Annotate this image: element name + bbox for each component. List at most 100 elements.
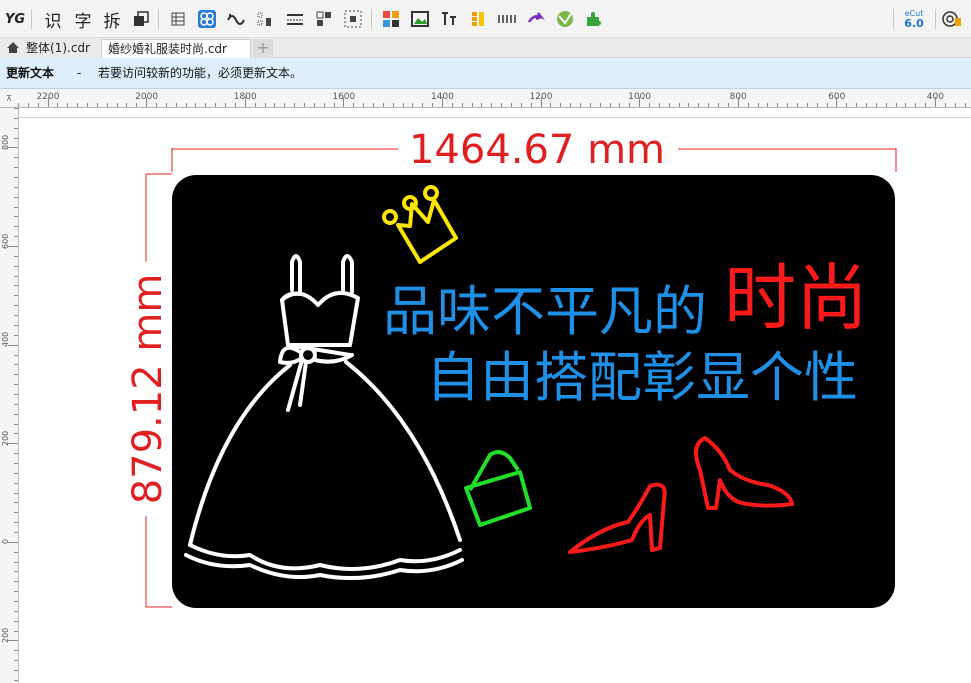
ruler-tick	[215, 103, 217, 107]
height-dimension-label: 879.12 mm	[125, 274, 171, 505]
ruler-tick	[511, 103, 512, 107]
ruler-tick	[14, 522, 18, 524]
ruler-tick	[530, 103, 532, 107]
ruler-tick	[37, 103, 39, 107]
ruler-tick	[14, 315, 18, 317]
ruler-tick	[195, 103, 197, 107]
tab-document-1[interactable]: 整体(1).cdr	[0, 39, 100, 58]
tab-document-1-label: 整体(1).cdr	[26, 41, 90, 55]
ruler-tick	[14, 236, 18, 238]
char-button[interactable]: 字	[72, 8, 94, 32]
ruler-tick	[441, 97, 443, 107]
curve-icon[interactable]	[225, 8, 247, 30]
ruler-tick	[461, 103, 463, 107]
ruler-tick	[363, 103, 365, 107]
ruler-tick	[284, 103, 286, 107]
ruler-tick	[895, 103, 897, 107]
ruler-tick	[14, 531, 18, 533]
document-tabs: 整体(1).cdr 婚纱婚礼服装时尚.cdr +	[0, 38, 971, 58]
tab-document-2[interactable]: 婚纱婚礼服装时尚.cdr	[101, 39, 251, 58]
fill-icon[interactable]	[467, 8, 489, 30]
height-dimension[interactable]: 879.12 mm	[125, 173, 172, 608]
recognize-button[interactable]: 识	[42, 8, 64, 32]
group-icon[interactable]	[313, 8, 335, 30]
toolbar-divider	[158, 9, 159, 29]
ruler-tick	[8, 541, 18, 543]
ruler-tick	[718, 103, 720, 107]
ruler-tick	[8, 443, 18, 445]
ruler-tick	[944, 103, 946, 107]
ruler-tick	[14, 561, 18, 563]
ruler-tick	[856, 103, 858, 107]
ruler-tick	[678, 103, 680, 107]
ruler-tick	[560, 103, 562, 107]
ruler-tick	[609, 103, 611, 107]
horizontal-ruler[interactable]: 2200200018001600140012001000800600400	[18, 89, 971, 108]
settings-icon[interactable]	[941, 8, 963, 30]
arrow-icon[interactable]	[525, 8, 547, 30]
color-icon[interactable]	[380, 8, 402, 30]
ruler-tick	[8, 344, 18, 346]
globe-icon[interactable]	[554, 8, 576, 30]
width-dimension-label: 1464.67 mm	[409, 127, 665, 173]
ruler-tick	[323, 103, 325, 107]
ruler-tick	[14, 472, 18, 474]
ruler-tick	[8, 640, 18, 642]
ruler-tick	[934, 97, 936, 107]
ruler-tick	[14, 393, 18, 395]
vertical-ruler[interactable]: 800 600 400 200 0 200	[0, 108, 19, 683]
ruler-tick	[846, 103, 848, 107]
ruler-tick	[589, 103, 591, 107]
ruler-tick	[87, 103, 89, 107]
select-icon[interactable]	[342, 8, 364, 30]
ruler-tick	[14, 117, 18, 119]
ruler-tick	[67, 103, 69, 107]
notice-message[interactable]: 若要访问较新的功能，必须更新文本。	[98, 58, 302, 89]
ruler-tick	[14, 206, 18, 208]
ruler-tick	[668, 103, 670, 107]
ruler-tick	[303, 103, 305, 107]
ruler-tick	[225, 103, 227, 107]
ruler-tick	[14, 679, 18, 681]
split-button[interactable]: 拆	[101, 8, 123, 32]
ruler-tick	[777, 103, 779, 107]
image-icon[interactable]	[409, 8, 431, 30]
ruler-tick	[14, 226, 18, 228]
app-window: YG 识 字 拆 eCut 6.0 整体(1).cdr 婚纱婚礼服装时尚.cdr…	[0, 0, 971, 683]
ruler-tick	[382, 103, 384, 107]
table-icon[interactable]	[167, 8, 189, 30]
sign-design: 1464.67 mm 879.12 mm 品味不平凡的 时尚 自由搭配彰显个性	[125, 127, 897, 608]
ruler-tick	[353, 103, 355, 107]
ruler-tick	[767, 103, 769, 107]
ruler-tick	[737, 97, 739, 107]
ruler-tick	[14, 177, 18, 179]
ruler-tick	[14, 620, 18, 622]
ruler-tick	[18, 103, 19, 107]
toolbar-divider	[31, 9, 32, 29]
update-notice-bar: 更新文本 - 若要访问较新的功能，必须更新文本。	[0, 58, 971, 89]
ecut-icon[interactable]: eCut 6.0	[901, 8, 927, 30]
ruler-tick	[14, 354, 18, 356]
width-dimension[interactable]: 1464.67 mm	[171, 127, 897, 173]
grid-icon[interactable]	[496, 8, 518, 30]
ruler-tick	[520, 103, 522, 107]
yg-logo-button[interactable]: YG	[4, 8, 26, 30]
text-icon[interactable]	[438, 8, 460, 30]
drawing-canvas[interactable]: 1464.67 mm 879.12 mm 品味不平凡的 时尚 自由搭配彰显个性	[19, 108, 971, 683]
ruler-tick	[619, 103, 621, 107]
ruler-tick	[14, 462, 18, 464]
layers-icon[interactable]	[130, 8, 152, 30]
ruler-tick	[14, 413, 18, 415]
toolbar-divider	[935, 9, 936, 29]
add-tab-button[interactable]: +	[253, 39, 273, 58]
ruler-tick	[244, 97, 246, 107]
distribute-icon[interactable]	[284, 8, 306, 30]
node-icon[interactable]	[196, 8, 218, 30]
ruler-tick	[925, 103, 927, 107]
align-icon[interactable]	[254, 8, 276, 30]
toolbar-divider	[893, 9, 894, 29]
ruler-tick	[954, 103, 956, 107]
ruler-corner[interactable]: ⊼	[0, 89, 19, 108]
puzzle-icon[interactable]	[583, 8, 605, 30]
ruler-tick	[14, 630, 18, 632]
